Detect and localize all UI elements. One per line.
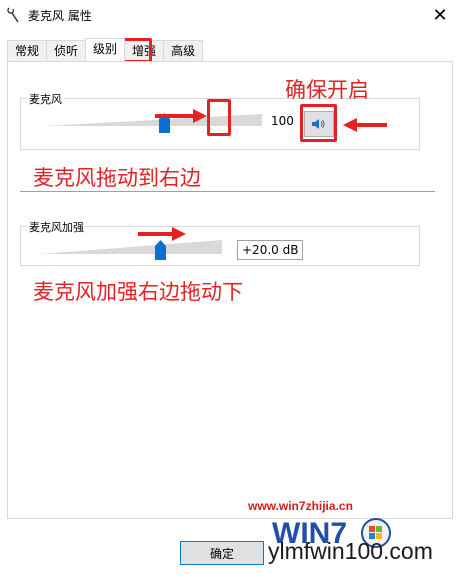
speaker-arrow	[343, 118, 387, 132]
boost-slider-wedge	[40, 240, 222, 254]
watermark-site: ylmfwin100.com	[268, 538, 433, 564]
microphone-level-value: 100	[271, 114, 294, 128]
microphone-label: 麦克风	[27, 91, 64, 107]
tab-strip: 常规 侦听 级别 增强 高级	[7, 38, 204, 62]
microphone-icon	[7, 7, 19, 23]
mic-drag-arrow	[155, 109, 207, 123]
speaker-highlight-box	[300, 104, 337, 142]
boost-label: 麦克风加强	[27, 219, 86, 235]
tab-levels[interactable]: 级别	[85, 38, 126, 61]
annotation-drag-boost-right: 麦克风加强右边拖动下	[33, 280, 243, 304]
close-icon: ✕	[432, 4, 448, 26]
ok-button[interactable]: 确定	[180, 541, 264, 565]
boost-value-field: +20.0 dB	[237, 240, 304, 260]
window-title: 麦克风 属性	[28, 9, 92, 23]
annotation-drag-mic-right: 麦克风拖动到右边	[33, 166, 201, 190]
mic-thumb-highlight-box	[207, 99, 231, 136]
boost-slider-thumb[interactable]	[154, 240, 166, 260]
close-button[interactable]: ✕	[420, 0, 460, 30]
title-bar: 麦克风 属性 ✕	[0, 0, 460, 30]
boost-slider[interactable]	[40, 238, 222, 256]
tab-listen[interactable]: 侦听	[46, 40, 87, 61]
boost-drag-arrow	[138, 227, 186, 241]
tab-general[interactable]: 常规	[7, 40, 48, 61]
annotation-ensure-on: 确保开启	[285, 78, 369, 102]
tab-advanced[interactable]: 高级	[163, 40, 204, 61]
section-divider	[20, 191, 435, 192]
